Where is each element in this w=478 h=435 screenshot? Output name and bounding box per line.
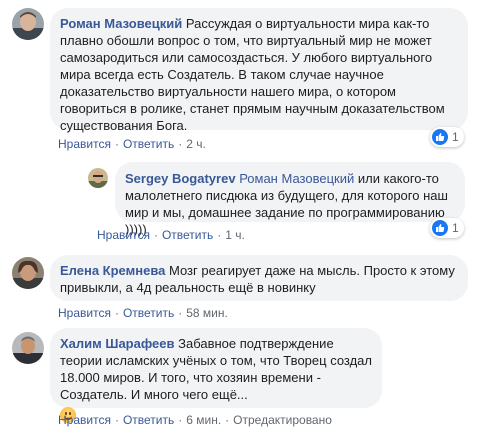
- like-link[interactable]: Нравится: [58, 137, 111, 151]
- avatar-photo: [12, 257, 44, 289]
- avatar-photo: [12, 8, 44, 40]
- comment-time[interactable]: 1 ч.: [225, 228, 245, 242]
- like-link[interactable]: Нравится: [58, 306, 111, 320]
- comment-actions: Нравится · Ответить · 6 мин. · Отредактировано: [58, 413, 332, 427]
- comment-bubble: Sergey Bogatyrev Роман Мазовецкий или ка…: [115, 162, 465, 237]
- comment-time[interactable]: 6 мин.: [186, 413, 221, 427]
- comment-actions: Нравится · Ответить · 58 мин.: [58, 306, 228, 320]
- avatar[interactable]: [12, 332, 44, 364]
- reactions-badge[interactable]: 1: [430, 127, 464, 147]
- reply-link[interactable]: Ответить: [162, 228, 213, 242]
- comment-author[interactable]: Елена Кремнева: [60, 263, 165, 278]
- comment-actions: Нравится · Ответить · 1 ч.: [97, 228, 245, 242]
- edited-label[interactable]: Отредактировано: [233, 413, 332, 427]
- comment-text: Рассуждая о виртуальности мира как-то пл…: [60, 16, 445, 133]
- comment-bubble: Халим Шарафеев Забавное подтверждение те…: [50, 328, 382, 423]
- avatar[interactable]: [12, 8, 44, 40]
- like-link[interactable]: Нравится: [97, 228, 150, 242]
- comment-author[interactable]: Роман Мазовецкий: [60, 16, 182, 31]
- reply-link[interactable]: Ответить: [123, 413, 174, 427]
- comment-time[interactable]: 2 ч.: [186, 137, 206, 151]
- comment-bubble: Роман Мазовецкий Рассуждая о виртуальнос…: [50, 8, 468, 133]
- like-icon: [432, 220, 448, 236]
- reply-link[interactable]: Ответить: [123, 306, 174, 320]
- avatar[interactable]: [88, 168, 108, 188]
- avatar[interactable]: [12, 257, 44, 289]
- avatar-photo: [12, 332, 44, 364]
- avatar-photo: [88, 168, 108, 188]
- reactions-count: 1: [452, 221, 459, 235]
- comment-actions: Нравится · Ответить · 2 ч.: [58, 137, 206, 151]
- reactions-badge[interactable]: 1: [430, 218, 464, 238]
- comment-time[interactable]: 58 мин.: [186, 306, 228, 320]
- reply-link[interactable]: Ответить: [123, 137, 174, 151]
- comment-bubble: Елена Кремнева Мозг реагирует даже на мы…: [50, 255, 468, 301]
- comment-author[interactable]: Sergey Bogatyrev: [125, 171, 236, 186]
- mention-link[interactable]: Роман Мазовецкий: [239, 171, 354, 186]
- like-link[interactable]: Нравится: [58, 413, 111, 427]
- comment-author[interactable]: Халим Шарафеев: [60, 336, 175, 351]
- reactions-count: 1: [452, 130, 459, 144]
- like-icon: [432, 129, 448, 145]
